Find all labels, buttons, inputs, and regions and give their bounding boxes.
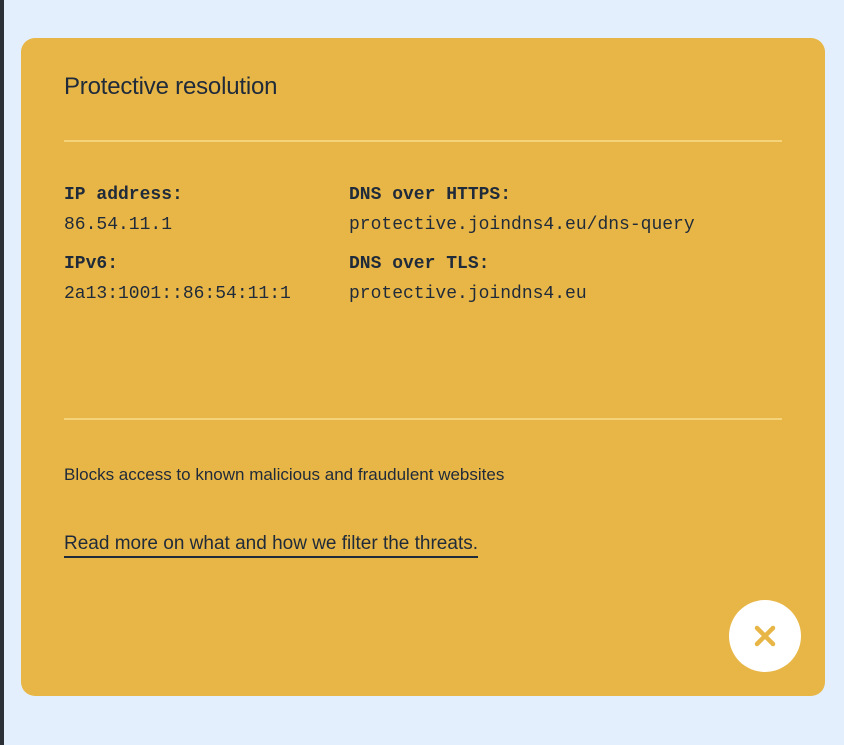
dns-over-tls-value: protective.joindns4.eu <box>349 284 587 304</box>
ipv6-value: 2a13:1001::86:54:11:1 <box>64 284 291 304</box>
card-description: Blocks access to known malicious and fra… <box>64 465 505 484</box>
ip-address-label: IP address: <box>64 185 183 205</box>
dns-over-https-label: DNS over HTTPS: <box>349 185 512 205</box>
ip-address-value: 86.54.11.1 <box>64 215 173 235</box>
close-icon <box>754 625 776 647</box>
dns-over-tls-info: DNS over TLS: protective.joindns4.eu <box>349 253 587 305</box>
close-button[interactable] <box>729 600 801 672</box>
protective-resolution-card: Protective resolution IP address: 86.54.… <box>21 38 825 696</box>
read-more-link[interactable]: Read more on what and how we filter the … <box>64 532 479 558</box>
dns-over-https-value: protective.joindns4.eu/dns-query <box>349 215 695 235</box>
dns-over-tls-label: DNS over TLS: <box>349 254 490 274</box>
bottom-divider <box>64 418 782 420</box>
ipv6-info: IPv6: 2a13:1001::86:54:11:1 <box>64 253 291 305</box>
dns-over-https-info: DNS over HTTPS: protective.joindns4.eu/d… <box>349 184 695 236</box>
ip-address-info: IP address: 86.54.11.1 <box>64 184 183 236</box>
ipv6-label: IPv6: <box>64 254 119 274</box>
top-divider <box>64 140 782 142</box>
card-title: Protective resolution <box>64 73 278 100</box>
window-left-edge <box>0 0 4 745</box>
